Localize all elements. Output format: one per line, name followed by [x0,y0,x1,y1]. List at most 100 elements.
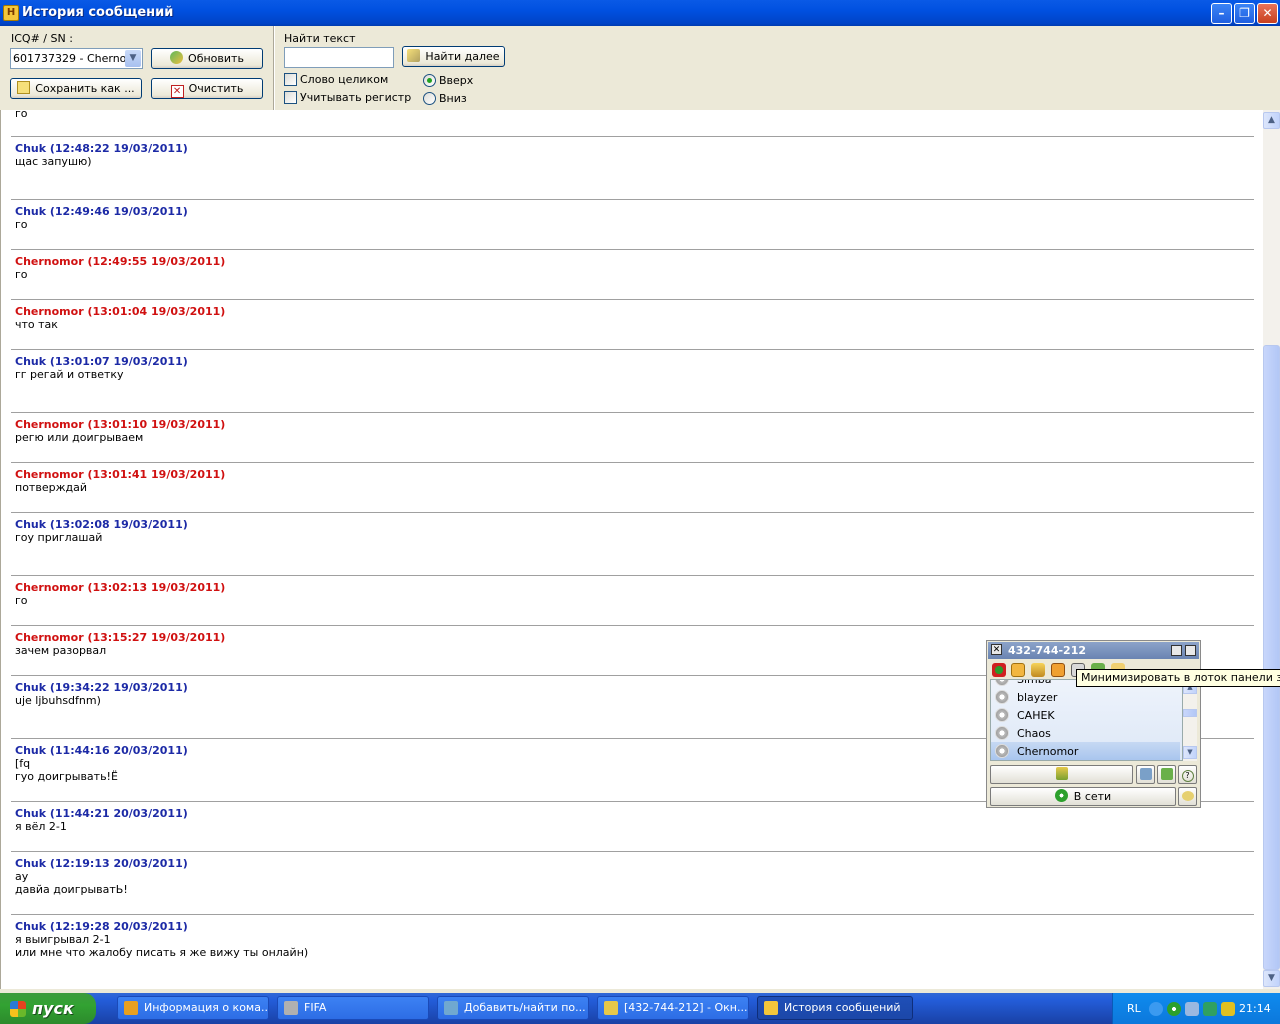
icq-minimize-icon[interactable] [1185,645,1196,656]
security-shield-icon[interactable] [1221,1002,1235,1016]
message-divider [11,349,1254,350]
message-text: гоу приглашай [15,531,103,544]
taskbar-button[interactable]: Информация о кома... [117,996,269,1020]
icq-scroll-thumb[interactable] [1183,709,1197,717]
find-next-button[interactable]: Найти далее [402,46,505,67]
antivirus-icon[interactable] [1203,1002,1217,1016]
message-header: Chuk (13:01:07 19/03/2011) [15,355,188,368]
taskbar-button-label: История сообщений [784,1001,901,1014]
icq-contact-item[interactable]: Chaos [991,724,1180,742]
taskbar-button[interactable]: [432-744-212] - Окн... [597,996,749,1020]
restore-button[interactable]: ❐ [1234,3,1255,24]
language-indicator[interactable]: RL [1127,1002,1141,1015]
find-text-input[interactable] [284,47,394,68]
message-divider [11,625,1254,626]
tray-arrow-icon[interactable] [1149,1002,1163,1016]
direction-up-radio[interactable] [423,74,436,87]
match-case-checkbox[interactable] [284,91,297,104]
add-contact-icon [1160,768,1173,780]
online-flower-icon [1054,789,1068,802]
chevron-down-icon[interactable]: ▼ [125,50,141,67]
direction-down-label: Вниз [439,92,467,105]
message-item: Chuk (12:19:13 20/03/2011) ау давйа доигры… [15,857,1253,896]
message-item: Chuk (13:01:07 19/03/2011) гг регай и отв… [15,355,1253,381]
offline-flower-icon [995,690,1009,704]
taskbar-button[interactable]: FIFA [277,996,429,1020]
message-header: Chuk (12:49:46 19/03/2011) [15,205,188,218]
find-next-button-label: Найти далее [425,50,500,63]
icq-contact-item[interactable]: Chernomor [991,742,1180,760]
message-header: Chuk (12:19:13 20/03/2011) [15,857,188,870]
icq-pin-icon[interactable] [1171,645,1182,656]
message-text: ау [15,870,29,883]
message-text: давйа доигрыватЬ! [15,883,128,896]
taskbar-app-icon [764,1001,778,1015]
refresh-button-label: Обновить [188,52,244,65]
message-divider [11,851,1254,852]
icq-add-contact-button[interactable] [1157,765,1176,784]
save-as-button[interactable]: Сохранить как ... [10,78,142,99]
taskbar-button-label: Добавить/найти по... [464,1001,586,1014]
icq-visibility-button[interactable] [1178,787,1197,806]
history-scrollbar[interactable]: ▲ ▼ [1263,110,1280,989]
title-bar[interactable]: H История сообщений – ❐ ✕ [0,0,1280,26]
direction-down-radio[interactable] [423,92,436,105]
network-icon[interactable] [1185,1002,1199,1016]
icq-list-scrollbar[interactable]: ▲ ▼ [1183,679,1197,761]
icq-contact-list[interactable]: Simba blayzer CAHEK Chaos Chernomor [990,679,1183,761]
icq-uin: 432-744-212 [1008,644,1087,657]
message-text: го [15,268,28,281]
taskbar-button[interactable]: История сообщений [757,996,913,1020]
taskbar-app-icon [124,1001,138,1015]
message-divider [11,299,1254,300]
scroll-down-arrow-icon[interactable]: ▼ [1263,970,1280,987]
close-button[interactable]: ✕ [1257,3,1278,24]
message-item: Chernomor (12:49:55 19/03/2011) го [15,255,1253,281]
icq-close-icon[interactable]: ✕ [991,644,1002,655]
find-text-label: Найти текст [284,32,356,45]
icq-main-menu-button[interactable] [990,765,1133,784]
scroll-up-arrow-icon[interactable]: ▲ [1263,112,1280,129]
start-button[interactable]: пуск [0,993,96,1024]
message-text: щас запушю) [15,155,92,168]
message-header: Chuk (11:44:21 20/03/2011) [15,807,188,820]
scrollbar-thumb[interactable] [1263,345,1280,970]
clear-button-label: Очистить [188,82,244,95]
taskbar-button[interactable]: Добавить/найти по... [437,996,589,1020]
icq-contact-item[interactable]: blayzer [991,688,1180,706]
icq-tray-icon[interactable] [1167,1002,1181,1016]
taskbar-app-icon [604,1001,618,1015]
clear-button[interactable]: ✕ Очистить [151,78,263,99]
message-text: потверждай [15,481,87,494]
icq-panel-titlebar[interactable]: ✕ 432-744-212 [988,642,1199,659]
icq-contact-item[interactable]: CAHEK [991,706,1180,724]
refresh-button[interactable]: Обновить [151,48,263,69]
message-text: или мне что жалобу писать я же вижу ты о… [15,946,309,959]
save-as-button-label: Сохранить как ... [35,82,135,95]
messages-icon[interactable] [1011,663,1025,677]
whole-word-checkbox[interactable] [284,73,297,86]
icq-contact-name: CAHEK [1017,709,1055,722]
icq-contact-name: Simba [1017,679,1052,686]
message-history[interactable]: го Chuk (12:48:22 19/03/2011) щас запушю)… [0,110,1264,989]
message-item: Chuk (13:02:08 19/03/2011) гоу приглашай [15,518,1253,544]
message-item: Chernomor (13:02:13 19/03/2011) го [15,581,1253,607]
minimize-button[interactable]: – [1211,3,1232,24]
message-header: Chernomor (13:01:10 19/03/2011) [15,418,226,431]
users-icon[interactable] [1051,663,1065,677]
status-flower-icon[interactable] [992,663,1006,677]
contact-select[interactable]: 601737329 - Chernom ▼ [10,48,143,69]
icq-help-button[interactable]: ? [1178,765,1197,784]
icq-find-users-button[interactable] [1136,765,1155,784]
windows-logo-icon [10,1001,26,1017]
icq-contact-panel[interactable]: ✕ 432-744-212 Simba blayzer CAHEK Chaos Cher… [986,640,1201,808]
icq-status-button[interactable]: В сети [990,787,1176,806]
taskbar-app-icon [284,1001,298,1015]
sound-icon[interactable] [1031,663,1045,677]
icq-scroll-down-icon[interactable]: ▼ [1183,746,1197,759]
find-icon [407,49,421,62]
message-item: Chuk (12:48:22 19/03/2011) щас запушю) [15,142,1253,168]
message-divider [11,575,1254,576]
message-divider [11,199,1254,200]
message-text: регю или доигрываем [15,431,144,444]
